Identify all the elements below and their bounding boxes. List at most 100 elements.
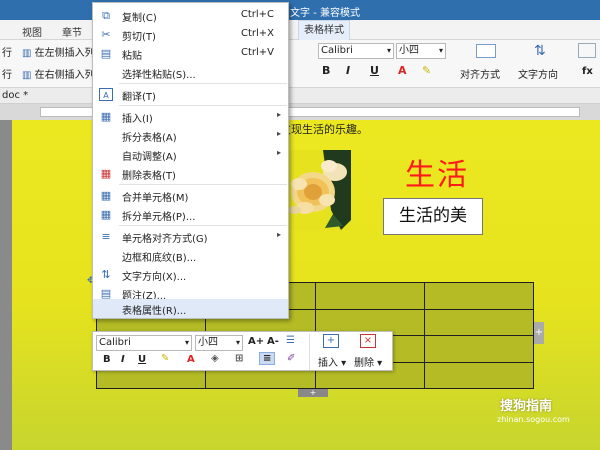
insert-right-label: 在右侧插入列 xyxy=(34,70,95,81)
row-label: 行 xyxy=(2,48,12,59)
chevron-down-icon: ▾ xyxy=(386,46,391,55)
grow-font-button[interactable]: A+ xyxy=(248,336,264,347)
menu-item-borders-shading[interactable]: 边框和底纹(B)... xyxy=(93,246,288,265)
watermark-url: zhinan.sogou.com xyxy=(497,415,570,424)
font-name-value: Calibri xyxy=(321,45,353,56)
paste-icon: ▤ xyxy=(100,47,112,60)
font-name-combo[interactable]: Calibri ▾ xyxy=(318,43,394,59)
menu-item-autofit[interactable]: 自动调整(A) ▸ xyxy=(93,145,288,164)
font-size-value: 小四 xyxy=(399,45,419,56)
body-text: 发现生活的乐趣。 xyxy=(280,123,368,136)
mini-font-name-value: Calibri xyxy=(99,337,131,348)
submenu-arrow-icon: ▸ xyxy=(276,230,281,239)
highlight-icon[interactable]: ✎ xyxy=(161,353,169,364)
flower-image xyxy=(283,150,351,230)
menu-item-split-table[interactable]: 拆分表格(A) ▸ xyxy=(93,126,288,145)
shrink-font-button[interactable]: A- xyxy=(267,336,279,347)
shading-icon[interactable]: ◈ xyxy=(211,353,219,364)
tab-table-style[interactable]: 表格样式 xyxy=(298,20,350,40)
table-cell[interactable] xyxy=(423,361,535,389)
text-direction-button-label[interactable]: 文字方向 xyxy=(518,66,558,81)
underline-button[interactable]: U xyxy=(370,64,379,77)
delete-table-icon: ▦ xyxy=(100,167,112,180)
menu-item-paste[interactable]: ▤ 粘贴 Ctrl+V xyxy=(93,44,288,63)
toolbar-divider xyxy=(309,334,310,370)
italic-button[interactable]: I xyxy=(346,64,350,77)
scissors-icon: ✂ xyxy=(101,28,111,41)
ribbon-tab-bar: 视图 章节 表格样式 xyxy=(0,20,600,40)
font-size-combo[interactable]: 小四 ▾ xyxy=(396,43,446,59)
mini-font-name-combo[interactable]: Calibri ▾ xyxy=(96,335,192,351)
table-cell[interactable] xyxy=(423,335,535,363)
insert-right-button[interactable]: ▥ 在右侧插入列 xyxy=(22,66,95,81)
menu-item-text-direction[interactable]: ⇅ 文字方向(X)... xyxy=(93,265,288,284)
menu-separator xyxy=(119,184,287,185)
mini-delete-button[interactable]: 删除 ▾ xyxy=(354,354,382,369)
ribbon: 行 ▥ 在左侧插入列 行 ▥ 在右侧插入列 Calibri ▾ 小四 ▾ B I U… xyxy=(0,40,600,88)
translate-icon: A xyxy=(99,88,113,101)
menu-item-delete-table[interactable]: ▦ 删除表格(T) xyxy=(93,164,288,183)
mini-underline-button[interactable]: U xyxy=(138,354,146,365)
insert-left-button[interactable]: ▥ 在左侧插入列 xyxy=(22,44,95,59)
font-color-button[interactable]: A xyxy=(398,64,407,77)
menu-separator xyxy=(119,83,287,84)
merge-cells-icon: ▦ xyxy=(100,189,112,202)
row-label: 行 xyxy=(2,70,12,81)
mini-italic-button[interactable]: I xyxy=(121,354,125,365)
insert-left-label: 在左侧插入列 xyxy=(34,48,95,59)
mini-font-color-button[interactable]: A xyxy=(187,354,195,365)
heading-textbox[interactable]: 生活的美 xyxy=(383,198,483,235)
copy-icon: ⧉ xyxy=(102,9,110,22)
document-tab[interactable]: doc * xyxy=(2,90,28,101)
table-cell[interactable] xyxy=(423,282,535,310)
table-cell[interactable] xyxy=(423,308,535,336)
window-title: 文字 - 兼容模式 xyxy=(290,8,360,19)
menu-item-cut[interactable]: ✂ 剪切(T) Ctrl+X xyxy=(93,25,288,44)
add-row-handle[interactable]: + xyxy=(298,389,328,397)
title-bar: 文字 - 兼容模式 xyxy=(0,0,600,20)
chevron-down-icon: ▾ xyxy=(438,46,443,55)
menu-separator xyxy=(119,105,287,106)
tab-view[interactable]: 视图 xyxy=(22,24,42,39)
menu-item-cell-alignment[interactable]: ≡ 单元格对齐方式(G) ▸ xyxy=(93,227,288,246)
mini-insert-button[interactable]: 插入 ▾ xyxy=(318,354,346,369)
menu-item-paste-special[interactable]: 选择性粘贴(S)... xyxy=(93,63,288,82)
formula-icon[interactable] xyxy=(578,43,596,58)
align-icon[interactable] xyxy=(476,44,496,58)
insert-column-left-icon: ▥ xyxy=(22,48,32,59)
submenu-arrow-icon: ▸ xyxy=(276,129,281,138)
menu-item-table-properties[interactable]: 表格属性(R)... xyxy=(93,299,288,318)
context-menu: ⧉ 复制(C) Ctrl+C ✂ 剪切(T) Ctrl+X ▤ 粘贴 Ctrl+V 选择性粘… xyxy=(92,2,289,319)
text-direction-icon: ⇅ xyxy=(101,268,111,281)
line-spacing-icon[interactable]: ☰ xyxy=(286,335,295,346)
menu-item-copy[interactable]: ⧉ 复制(C) Ctrl+C xyxy=(93,6,288,25)
delete-icon[interactable]: × xyxy=(360,334,376,348)
align-button-label[interactable]: 对齐方式 xyxy=(460,66,500,81)
border-icon[interactable]: ⊞ xyxy=(235,353,243,364)
table-cell[interactable] xyxy=(314,282,425,310)
insert-column-right-icon: ▥ xyxy=(22,70,32,81)
mini-toolbar: Calibri ▾ 小四 ▾ A+ A- ☰ B I U ✎ A ◈ ⊞ ≡ ✐ +… xyxy=(92,331,393,371)
mini-font-size-combo[interactable]: 小四 ▾ xyxy=(195,335,243,351)
menu-item-translate[interactable]: A 翻译(T) xyxy=(93,85,288,104)
menu-item-merge-cells[interactable]: ▦ 合并单元格(M) xyxy=(93,186,288,205)
split-cells-icon: ▦ xyxy=(100,208,112,221)
bold-button[interactable]: B xyxy=(322,64,330,77)
format-painter-icon[interactable]: ✐ xyxy=(287,353,295,364)
tab-chapter[interactable]: 章节 xyxy=(62,24,82,39)
formula-button-label[interactable]: fx xyxy=(582,66,593,77)
menu-item-split-cells[interactable]: ▦ 拆分单元格(P)... xyxy=(93,205,288,224)
submenu-arrow-icon: ▸ xyxy=(276,110,281,119)
cell-align-icon: ≡ xyxy=(101,230,111,243)
text-direction-icon[interactable]: ⇅ xyxy=(534,43,546,59)
highlight-icon[interactable]: ✎ xyxy=(422,64,431,77)
chevron-down-icon: ▾ xyxy=(184,338,189,347)
mini-font-size-value: 小四 xyxy=(198,337,218,348)
add-column-handle[interactable]: + xyxy=(534,322,544,344)
table-insert-icon: ▦ xyxy=(100,110,112,123)
watermark-brand: 搜狗指南 xyxy=(500,399,553,414)
align-icon[interactable]: ≡ xyxy=(259,352,276,365)
menu-item-insert[interactable]: ▦ 插入(I) ▸ xyxy=(93,107,288,126)
mini-bold-button[interactable]: B xyxy=(103,354,111,365)
insert-icon[interactable]: + xyxy=(323,334,339,348)
